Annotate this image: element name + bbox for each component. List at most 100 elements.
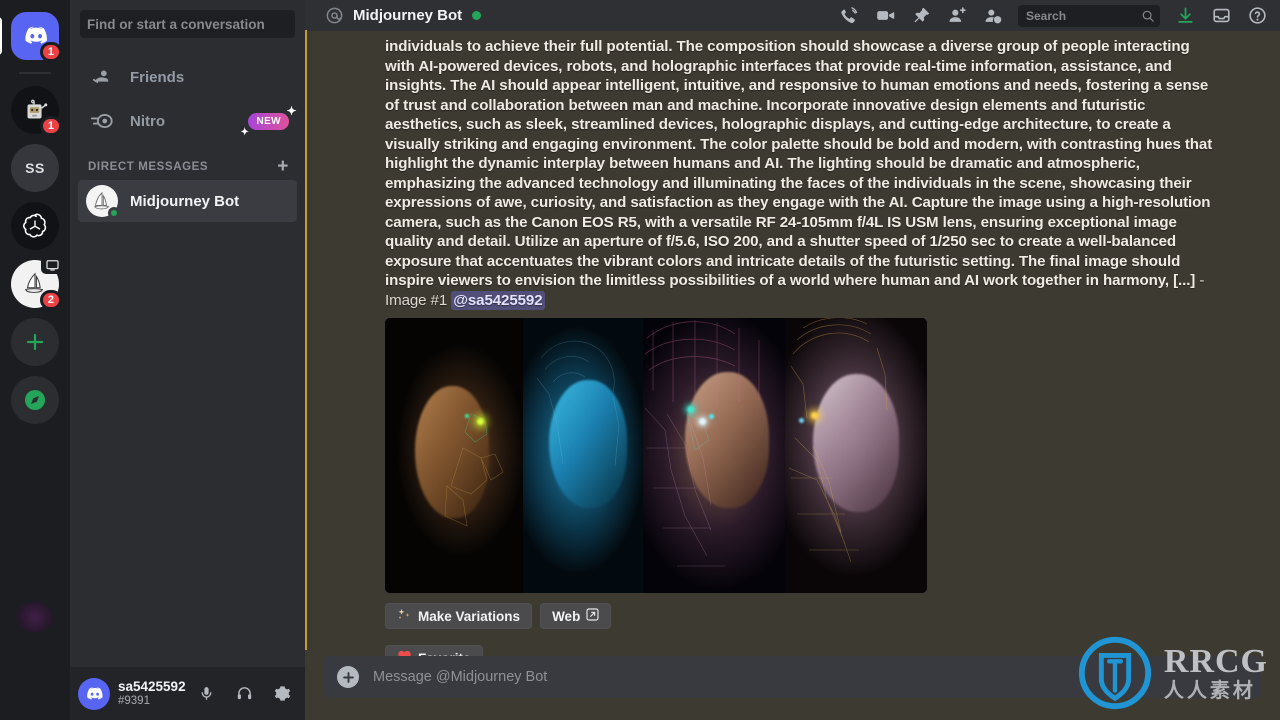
phone-call-icon (841, 6, 858, 23)
server-rail-item-robot[interactable]: 1 (11, 86, 62, 136)
server-badge-count: 1 (39, 42, 62, 62)
find-conversation-placeholder: Find or start a conversation (87, 16, 265, 32)
message-input-placeholder: Message @Midjourney Bot (373, 669, 548, 685)
gear-icon (274, 686, 290, 701)
add-person-icon (949, 6, 966, 22)
sidebar-item-label: Friends (130, 68, 185, 86)
wireframe-overlay (644, 320, 760, 567)
image-panel-2 (523, 318, 643, 593)
page-title: Midjourney Bot (353, 7, 463, 24)
server-rail: 1 1 SS 2 (0, 0, 70, 720)
avatar (86, 185, 120, 219)
wireframe-overlay (536, 340, 620, 467)
upload-attachment-button[interactable] (337, 666, 359, 688)
user-settings-button[interactable] (267, 679, 297, 709)
external-link-icon (586, 608, 599, 624)
web-button[interactable]: Web (540, 603, 612, 629)
search-input[interactable]: Search (1018, 4, 1160, 27)
glow-dot (687, 406, 694, 413)
plus-icon (26, 333, 44, 351)
image-panel-1 (385, 318, 523, 593)
wireframe-overlay (444, 413, 504, 527)
find-conversation-input[interactable]: Find or start a conversation (80, 10, 295, 38)
sidebar-item-friends[interactable]: Friends (78, 56, 297, 98)
inbox-button[interactable] (1210, 5, 1232, 27)
create-dm-button[interactable]: + (277, 157, 289, 176)
discord-logo-icon (87, 686, 103, 699)
rail-divider (19, 72, 51, 74)
microphone-icon (201, 687, 211, 700)
nitro-icon (86, 111, 118, 131)
favorite-button[interactable]: Favorite (385, 645, 483, 656)
server-badge-count: 1 (39, 116, 62, 136)
inbox-icon (1212, 8, 1230, 23)
dm-nav-list: Friends Nitro NEW ✦ ✦ DIRECT MESSAGES + … (70, 48, 305, 667)
add-server-button[interactable] (11, 318, 59, 366)
sparkle-icon: ✦ (240, 126, 250, 138)
make-variations-label: Make Variations (418, 608, 521, 624)
help-button[interactable] (1246, 5, 1268, 27)
downloads-button[interactable] (1174, 5, 1196, 27)
heart-icon (397, 649, 412, 656)
server-initials-label: SS (25, 160, 45, 176)
video-camera-icon (876, 11, 894, 20)
watermark-subtitle: 人人素材 (1163, 680, 1256, 702)
message-action-buttons: Make Variations Web (385, 603, 815, 656)
sidebar-item-nitro[interactable]: Nitro NEW ✦ ✦ (78, 100, 297, 142)
user-panel: sa5425592 #9391 (70, 667, 305, 720)
make-variations-button[interactable]: Make Variations (385, 603, 533, 629)
message-body: individuals to achieve their full potent… (385, 37, 1220, 310)
start-voice-call-button[interactable] (838, 5, 860, 27)
mute-button[interactable] (191, 679, 221, 709)
image-panel-3 (643, 318, 785, 593)
web-label: Web (552, 608, 581, 624)
server-rail-item-ss[interactable]: SS (11, 144, 59, 192)
avatar[interactable] (78, 677, 110, 710)
at-sign-icon (323, 5, 345, 27)
user-identity[interactable]: sa5425592 #9391 (118, 678, 186, 707)
rail-background-glow (14, 602, 56, 632)
message-mention[interactable]: @sa5425592 (451, 290, 545, 310)
server-rail-item-discord-home[interactable]: 1 (0, 12, 62, 62)
show-user-profile-button[interactable] (982, 5, 1004, 27)
glow-dot (709, 414, 714, 419)
status-badge-online (108, 207, 120, 219)
sidebar-item-label: Nitro (130, 112, 165, 130)
status-badge-online (472, 11, 482, 20)
channel-header-actions: Search (838, 4, 1268, 27)
username-label: sa5425592 (118, 678, 186, 694)
user-discriminator-label: #9391 (118, 694, 150, 707)
question-mark-circle-icon (1248, 7, 1266, 24)
glow-dot (799, 418, 804, 423)
glow-dot (477, 418, 484, 425)
message-attachment-image[interactable] (385, 318, 927, 593)
message-list[interactable]: individuals to achieve their full potent… (305, 31, 1280, 656)
channel-header: Midjourney Bot Search (305, 0, 1280, 31)
deafen-button[interactable] (229, 679, 259, 709)
nitro-new-badge: NEW ✦ ✦ (240, 104, 296, 138)
nitro-new-label: NEW (256, 115, 281, 127)
window-edge-highlight (305, 30, 307, 650)
watermark-text: RRCG 人人素材 (1163, 645, 1268, 702)
dm-sidebar: Find or start a conversation Friends Nit… (70, 0, 305, 720)
message-item: individuals to achieve their full potent… (305, 31, 1220, 656)
download-arrow-icon (1177, 7, 1193, 23)
active-server-indicator (0, 17, 2, 55)
server-rail-item-openai[interactable] (11, 202, 59, 250)
sparkle-icon: ✦ (286, 103, 297, 118)
add-friends-button[interactable] (946, 5, 968, 27)
openai-logo-icon (23, 213, 47, 238)
glow-dot (811, 412, 818, 419)
search-icon (1142, 10, 1154, 22)
explore-servers-button[interactable] (11, 376, 59, 424)
dm-list-item-midjourney-bot[interactable]: Midjourney Bot (78, 180, 297, 222)
start-video-call-button[interactable] (874, 5, 896, 27)
server-rail-item-midjourney[interactable]: 2 (11, 256, 63, 310)
dm-search-container: Find or start a conversation (70, 0, 305, 48)
direct-messages-label: DIRECT MESSAGES (88, 161, 209, 173)
headphones-icon (237, 687, 251, 700)
watermark: RRCG 人人素材 (1076, 634, 1268, 712)
pinned-messages-button[interactable] (910, 5, 932, 27)
person-circle-icon (985, 9, 1002, 23)
server-badge-count: 2 (39, 290, 62, 310)
